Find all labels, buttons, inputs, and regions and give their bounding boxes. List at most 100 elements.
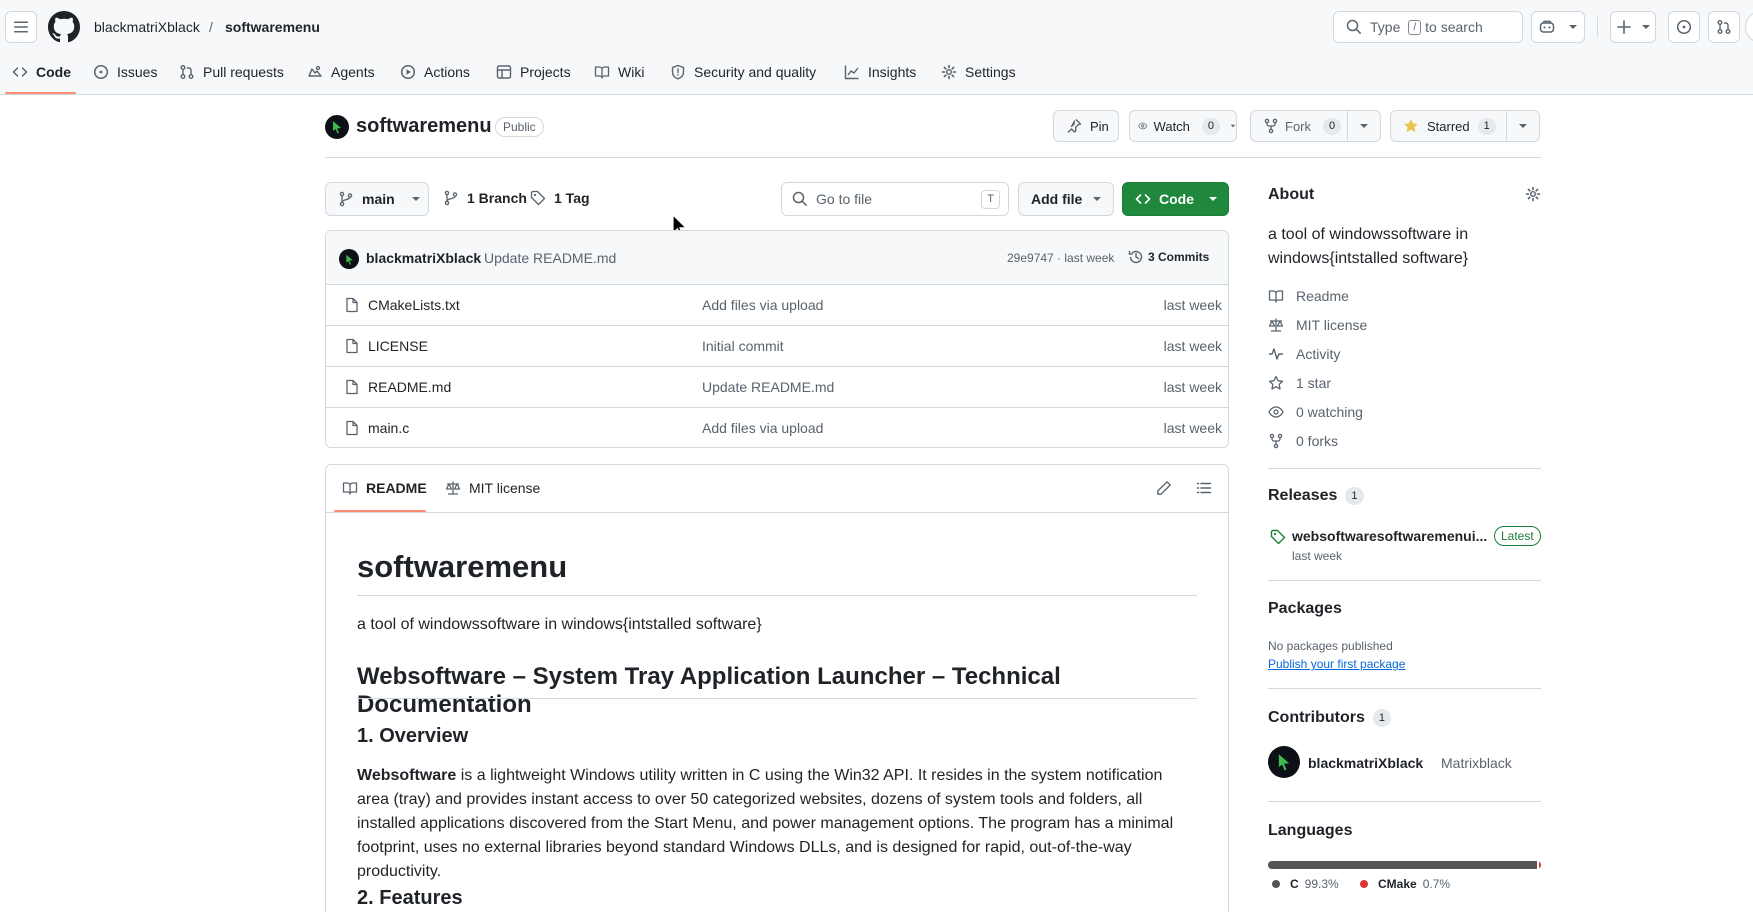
search-icon <box>792 191 807 206</box>
tab-code-underline <box>5 92 76 94</box>
tab-security[interactable]: Security and quality <box>670 58 816 86</box>
fork-icon <box>1269 433 1283 449</box>
fork-button[interactable]: Fork 0 <box>1250 110 1348 142</box>
language-item-c[interactable]: C 99.3% <box>1272 877 1339 891</box>
shield-icon <box>671 64 685 80</box>
activity-link[interactable]: Activity <box>1268 346 1340 362</box>
branch-name: main <box>362 191 395 207</box>
github-logo-icon[interactable] <box>48 11 80 43</box>
overview-text: is a lightweight Windows utility written… <box>357 767 1174 880</box>
contributors-heading[interactable]: Contributors 1 <box>1268 709 1391 727</box>
file-row[interactable]: README.md Update README.md last week <box>326 367 1228 408</box>
file-name[interactable]: README.md <box>368 379 451 395</box>
tab-label: Code <box>36 64 71 80</box>
repo-title[interactable]: softwaremenu <box>356 115 492 138</box>
agent-icon <box>308 65 322 77</box>
code-label: Code <box>1159 191 1194 207</box>
packages-heading[interactable]: Packages <box>1268 600 1342 618</box>
edit-readme-button[interactable] <box>1156 480 1172 496</box>
add-file-label: Add file <box>1031 191 1083 207</box>
contributor-login[interactable]: blackmatriXblack <box>1308 755 1423 771</box>
commits-link[interactable]: 3 Commits <box>1128 249 1209 265</box>
file-commit-message[interactable]: Update README.md <box>702 379 834 395</box>
file-name[interactable]: main.c <box>368 420 409 436</box>
tab-readme[interactable]: README <box>342 480 427 496</box>
branch-icon <box>339 191 353 207</box>
tab-wiki[interactable]: Wiki <box>594 58 644 86</box>
owner-link[interactable]: blackmatriXblack <box>94 19 200 35</box>
author-avatar[interactable] <box>339 249 359 269</box>
contributor-name[interactable]: Matrixblack <box>1441 755 1512 771</box>
file-row[interactable]: main.c Add files via upload last week <box>326 408 1228 447</box>
tab-code[interactable]: Code <box>12 58 71 86</box>
tab-issues[interactable]: Issues <box>93 58 157 86</box>
add-file-button[interactable]: Add file <box>1018 182 1114 216</box>
code-button[interactable]: Code <box>1122 182 1229 216</box>
outline-button[interactable] <box>1196 480 1212 496</box>
language-dot <box>1272 880 1280 888</box>
visibility-badge: Public <box>495 117 544 137</box>
tab-insights[interactable]: Insights <box>844 58 916 86</box>
tab-settings[interactable]: Settings <box>941 58 1016 86</box>
eye-icon <box>1268 406 1284 418</box>
readme-link[interactable]: Readme <box>1268 288 1349 304</box>
starred-button[interactable]: Starred 1 <box>1390 110 1507 142</box>
tab-pull-requests[interactable]: Pull requests <box>179 58 284 86</box>
tags-link[interactable]: 1 Tag <box>530 190 590 206</box>
overview-bold: Websoftware <box>357 767 457 784</box>
go-to-file-input[interactable]: Go to file T <box>781 182 1009 216</box>
tab-label: Security and quality <box>694 64 817 80</box>
menu-button[interactable] <box>5 11 37 43</box>
chevron-down-icon <box>1519 124 1527 128</box>
contributors-title: Contributors <box>1268 709 1365 726</box>
tab-agents[interactable]: Agents <box>307 58 375 86</box>
contributor-avatar[interactable] <box>1268 746 1300 778</box>
file-browser: blackmatriXblack Update README.md 29e974… <box>325 230 1229 448</box>
avatar-edge[interactable] <box>1745 11 1753 43</box>
fork-dropdown-button[interactable] <box>1347 110 1381 142</box>
watching-link[interactable]: 0 watching <box>1268 404 1363 420</box>
file-commit-message[interactable]: Initial commit <box>702 338 784 354</box>
releases-heading[interactable]: Releases 1 <box>1268 487 1364 505</box>
packages-none: No packages published <box>1268 639 1393 653</box>
watch-button[interactable]: Watch 0 <box>1129 110 1237 142</box>
file-commit-message[interactable]: Add files via upload <box>702 420 823 436</box>
branches-link[interactable]: 1 Branch <box>443 190 527 206</box>
commit-author[interactable]: blackmatriXblack <box>366 250 481 266</box>
file-row[interactable]: LICENSE Initial commit last week <box>326 326 1228 367</box>
forks-link[interactable]: 0 forks <box>1268 433 1338 449</box>
cursor-logo-icon <box>1278 754 1290 771</box>
star-dropdown-button[interactable] <box>1506 110 1540 142</box>
file-name[interactable]: CMakeLists.txt <box>368 297 460 313</box>
your-issues-button[interactable] <box>1668 11 1700 43</box>
release-name[interactable]: websoftwaresoftwaremenui... <box>1292 528 1487 544</box>
eye-icon <box>1138 122 1148 130</box>
copilot-button[interactable] <box>1531 11 1585 43</box>
stars-link[interactable]: 1 star <box>1268 375 1331 391</box>
tab-actions[interactable]: Actions <box>400 58 470 86</box>
gear-icon[interactable] <box>1525 186 1541 202</box>
language-dot <box>1360 880 1368 888</box>
tab-license[interactable]: MIT license <box>445 480 540 496</box>
file-commit-message[interactable]: Add files via upload <box>702 297 823 313</box>
releases-title: Releases <box>1268 487 1338 504</box>
commit-message[interactable]: Update README.md <box>484 250 616 266</box>
branch-select[interactable]: main <box>325 182 429 216</box>
search-input[interactable]: Type / to search <box>1333 11 1523 43</box>
chevron-down-icon <box>1093 197 1102 201</box>
tab-projects[interactable]: Projects <box>496 58 571 86</box>
watching-link-label: 0 watching <box>1296 404 1363 420</box>
file-date: last week <box>1163 379 1222 395</box>
h1-rule <box>357 595 1197 596</box>
pin-button[interactable]: Pin <box>1053 110 1119 142</box>
repo-link[interactable]: softwaremenu <box>225 19 320 35</box>
create-new-button[interactable] <box>1610 11 1656 43</box>
language-item-cmake[interactable]: CMake 0.7% <box>1360 877 1450 891</box>
commit-hash-time[interactable]: 29e9747 · last week <box>1007 251 1114 265</box>
license-link[interactable]: MIT license <box>1268 317 1367 333</box>
your-pull-requests-button[interactable] <box>1708 11 1740 43</box>
file-row[interactable]: CMakeLists.txt Add files via upload last… <box>326 285 1228 326</box>
file-name[interactable]: LICENSE <box>368 338 428 354</box>
file-date: last week <box>1163 420 1222 436</box>
publish-package-link[interactable]: Publish your first package <box>1268 657 1405 671</box>
